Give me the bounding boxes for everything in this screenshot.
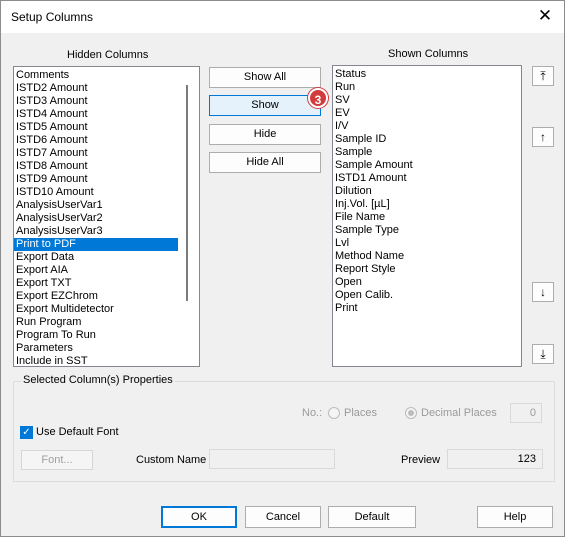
hidden-list-item[interactable]: Export Multidetector bbox=[14, 303, 199, 316]
shown-list-item[interactable]: Open bbox=[333, 276, 521, 289]
shown-list-item[interactable]: Method Name bbox=[333, 250, 521, 263]
hidden-list-item[interactable]: Parameters bbox=[14, 342, 199, 355]
shown-list-item[interactable]: I/V bbox=[333, 120, 521, 133]
hidden-list-item[interactable]: AnalysisUserVar1 bbox=[14, 199, 199, 212]
shown-columns-list[interactable]: Status Run SV EV I/V Sample ID Sample Sample Am… bbox=[332, 65, 522, 367]
shown-list-item[interactable]: Sample bbox=[333, 146, 521, 159]
shown-list-item[interactable]: Status bbox=[333, 68, 521, 81]
default-button[interactable]: Default bbox=[328, 506, 416, 528]
places-radio[interactable] bbox=[328, 407, 340, 419]
close-icon[interactable]: ✕ bbox=[536, 7, 554, 25]
shown-list-item[interactable]: Sample Amount bbox=[333, 159, 521, 172]
hide-all-button[interactable]: Hide All bbox=[209, 152, 321, 173]
no-label: No.: bbox=[302, 407, 323, 419]
hide-button[interactable]: Hide bbox=[209, 124, 321, 145]
hidden-list-item[interactable]: ISTD7 Amount bbox=[14, 147, 199, 160]
hidden-columns-label: Hidden Columns bbox=[67, 49, 149, 61]
places-label: Places bbox=[344, 407, 378, 419]
font-button[interactable]: Font... bbox=[21, 450, 93, 470]
hidden-columns-list[interactable]: Comments ISTD2 Amount ISTD3 Amount ISTD4 Am… bbox=[13, 66, 200, 367]
decimal-places-field[interactable]: 0 bbox=[510, 403, 542, 423]
hidden-list-item[interactable]: Export EZChrom bbox=[14, 290, 199, 303]
properties-group-title: Selected Column(s) Properties bbox=[21, 374, 175, 386]
shown-columns-label: Shown Columns bbox=[388, 48, 469, 60]
hidden-list-item[interactable]: ISTD10 Amount bbox=[14, 186, 199, 199]
hidden-list-item[interactable]: ISTD9 Amount bbox=[14, 173, 199, 186]
hidden-list-item[interactable]: Program To Run bbox=[14, 329, 199, 342]
hidden-list-item[interactable]: Export TXT bbox=[14, 277, 199, 290]
decimal-places-label: Decimal Places bbox=[421, 407, 497, 419]
shown-list-item[interactable]: ISTD1 Amount bbox=[333, 172, 521, 185]
hidden-list-item[interactable]: AnalysisUserVar3 bbox=[14, 225, 199, 238]
step-badge: 3 bbox=[308, 88, 328, 108]
dialog-title: Setup Columns bbox=[11, 10, 94, 24]
custom-name-field[interactable] bbox=[209, 449, 335, 469]
shown-list-item[interactable]: Run bbox=[333, 81, 521, 94]
hidden-list-item[interactable]: ISTD6 Amount bbox=[14, 134, 199, 147]
move-to-top-icon[interactable]: ⤒ bbox=[532, 66, 554, 86]
hidden-list-item[interactable]: Export AIA bbox=[14, 264, 199, 277]
shown-list-item[interactable]: SV bbox=[333, 94, 521, 107]
shown-list-item[interactable]: Dilution bbox=[333, 185, 521, 198]
shown-list-item[interactable]: Print bbox=[333, 302, 521, 315]
shown-list-item[interactable]: Sample ID bbox=[333, 133, 521, 146]
shown-list-item[interactable]: Open Calib. bbox=[333, 289, 521, 302]
ok-button[interactable]: OK bbox=[161, 506, 237, 528]
title-bar: Setup Columns ✕ bbox=[1, 1, 564, 33]
hidden-list-item[interactable]: AnalysisUserVar2 bbox=[14, 212, 199, 225]
hidden-list-scrollbar[interactable] bbox=[186, 85, 188, 301]
help-button[interactable]: Help bbox=[477, 506, 553, 528]
custom-name-label: Custom Name bbox=[136, 454, 207, 466]
shown-list-item[interactable]: File Name bbox=[333, 211, 521, 224]
move-to-bottom-icon[interactable]: ⤓ bbox=[532, 344, 554, 364]
use-default-font-checkbox[interactable]: ✓ bbox=[20, 426, 33, 439]
hidden-list-item[interactable]: ISTD3 Amount bbox=[14, 95, 199, 108]
shown-list-item[interactable]: Sample Type bbox=[333, 224, 521, 237]
hidden-list-item[interactable]: Comments bbox=[14, 69, 199, 82]
hidden-list-item[interactable]: ISTD5 Amount bbox=[14, 121, 199, 134]
shown-list-item[interactable]: EV bbox=[333, 107, 521, 120]
hidden-list-item[interactable]: Include in SST bbox=[14, 355, 199, 366]
show-button[interactable]: Show bbox=[209, 95, 321, 116]
shown-list-item[interactable]: Inj.Vol. [µL] bbox=[333, 198, 521, 211]
shown-list-item[interactable]: Report Style bbox=[333, 263, 521, 276]
hidden-list-item[interactable]: ISTD8 Amount bbox=[14, 160, 199, 173]
setup-columns-dialog: Setup Columns ✕ Hidden Columns Shown Col… bbox=[0, 0, 565, 537]
hidden-list-item[interactable]: Run Program bbox=[14, 316, 199, 329]
hidden-list-item[interactable]: Print to PDF bbox=[14, 238, 178, 251]
hidden-list-item[interactable]: Export Data bbox=[14, 251, 199, 264]
preview-field: 123 bbox=[447, 449, 543, 469]
move-up-icon[interactable]: ↑ bbox=[532, 127, 554, 147]
hidden-list-item[interactable]: ISTD4 Amount bbox=[14, 108, 199, 121]
move-down-icon[interactable]: ↓ bbox=[532, 282, 554, 302]
hidden-list-item[interactable]: ISTD2 Amount bbox=[14, 82, 199, 95]
shown-list-item[interactable]: Lvl bbox=[333, 237, 521, 250]
decimal-places-radio[interactable] bbox=[405, 407, 417, 419]
preview-label: Preview bbox=[401, 454, 441, 466]
cancel-button[interactable]: Cancel bbox=[245, 506, 321, 528]
show-all-button[interactable]: Show All bbox=[209, 67, 321, 88]
use-default-font-label: Use Default Font bbox=[36, 426, 119, 438]
